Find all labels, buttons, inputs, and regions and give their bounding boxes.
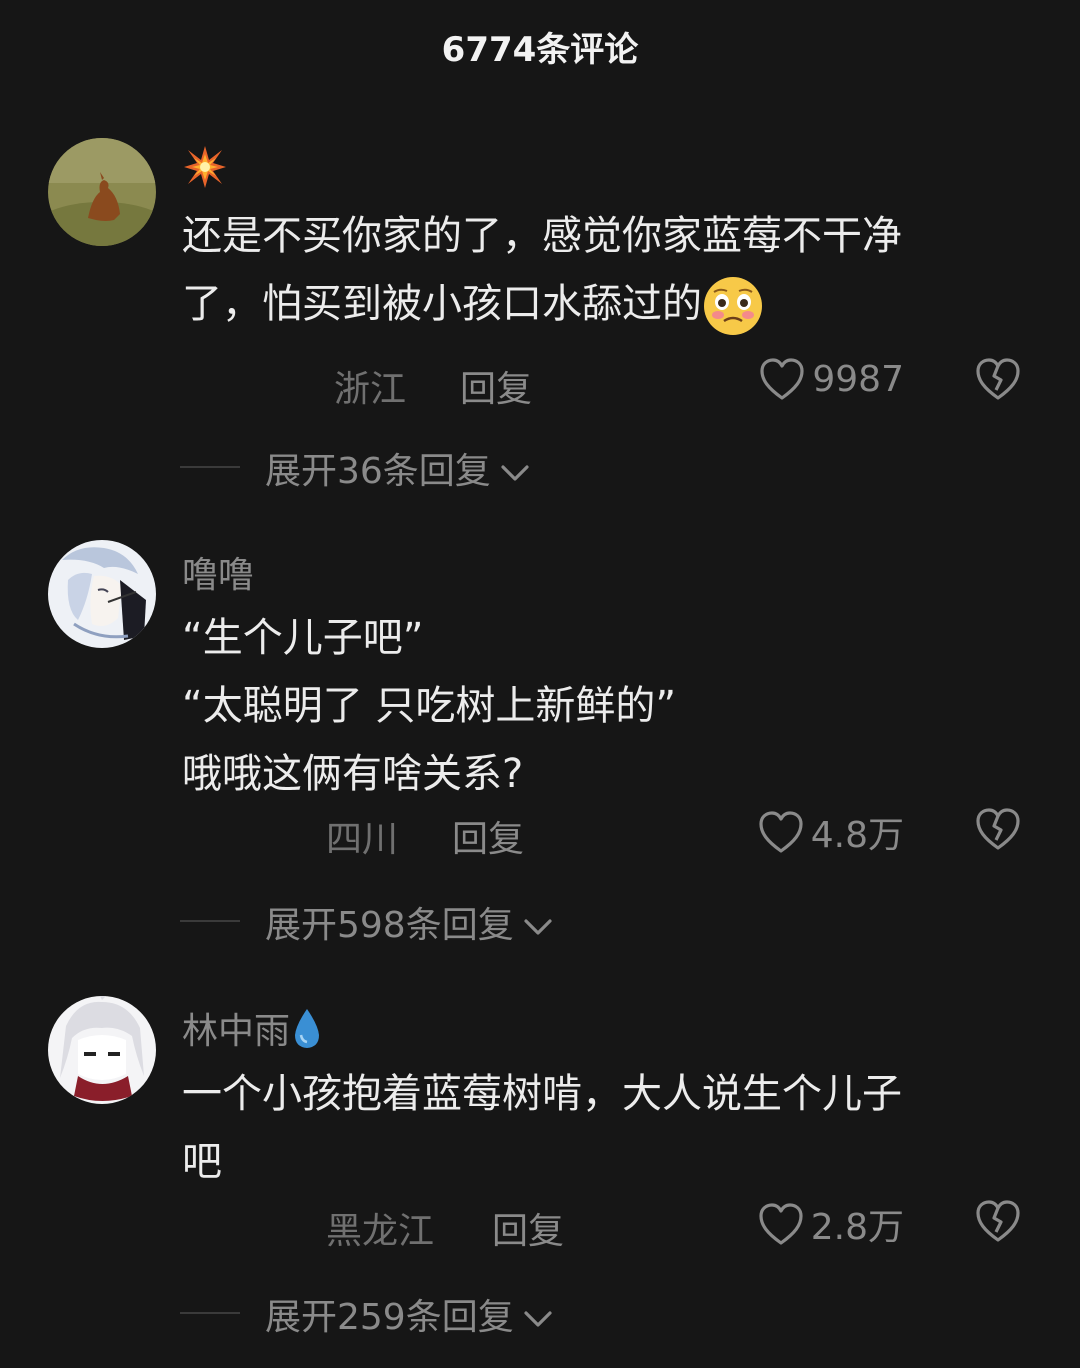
explosion-icon (182, 144, 228, 199)
comment-item: 还是不买你家的了，感觉你家蓝莓不干净 了，怕买到被小孩口水舔过的 浙江 回复 9… (0, 138, 1080, 498)
reply-button[interactable]: 回复 (452, 810, 524, 862)
water-drop-icon (290, 1007, 324, 1060)
reply-button[interactable]: 回复 (492, 1202, 564, 1254)
broken-heart-icon (976, 808, 1020, 850)
username[interactable]: 噜噜 (182, 546, 254, 598)
expand-replies-button[interactable]: 展开259条回复 (0, 1288, 1080, 1338)
comment-item: 噜噜 “生个儿子吧” “太聪明了 只吃树上新鲜的” 哦哦这俩有啥关系? 四川 回… (0, 540, 1080, 950)
avatar[interactable] (48, 540, 156, 648)
divider (180, 1312, 240, 1314)
comment-meta: 四川 回复 4.8万 (0, 808, 1080, 862)
dislike-button[interactable] (974, 356, 1022, 406)
divider (180, 920, 240, 922)
username[interactable] (182, 144, 228, 199)
dislike-button[interactable] (974, 1198, 1022, 1248)
heart-icon (759, 811, 803, 853)
comments-header: 6774条评论 (0, 0, 1080, 92)
username[interactable]: 林中雨 (182, 1002, 324, 1060)
heart-icon (760, 358, 804, 400)
like-count: 9987 (812, 358, 904, 400)
like-button[interactable]: 9987 (758, 356, 904, 402)
chevron-down-icon (522, 907, 554, 948)
broken-heart-icon (976, 358, 1020, 400)
location-label: 四川 (326, 819, 399, 860)
expand-replies-label: 展开36条回复 (265, 442, 531, 494)
heart-icon (759, 1203, 803, 1245)
pleading-face-emoji (702, 275, 764, 337)
divider (180, 466, 240, 468)
like-button[interactable]: 4.8万 (757, 806, 904, 858)
comment-text: “生个儿子吧” “太聪明了 只吃树上新鲜的” 哦哦这俩有啥关系? (182, 615, 677, 797)
comment-text: 一个小孩抱着蓝莓树啃，大人说生个儿子 吧 (182, 1071, 902, 1185)
expand-replies-label: 展开598条回复 (265, 896, 554, 948)
expand-replies-button[interactable]: 展开598条回复 (0, 896, 1080, 946)
avatar[interactable] (48, 138, 156, 246)
comment-count-title: 6774条评论 (441, 30, 639, 70)
avatar[interactable] (48, 996, 156, 1104)
reply-button[interactable]: 回复 (460, 360, 532, 412)
comment-item: 林中雨 一个小孩抱着蓝莓树啃，大人说生个儿子 吧 黑龙江 回复 2.8万 展开2… (0, 996, 1080, 1356)
chevron-down-icon (522, 1299, 554, 1340)
location-label: 黑龙江 (326, 1211, 435, 1252)
like-count: 2.8万 (810, 1207, 904, 1248)
expand-replies-button[interactable]: 展开36条回复 (0, 442, 1080, 492)
broken-heart-icon (976, 1200, 1020, 1242)
dislike-button[interactable] (974, 806, 1022, 856)
comment-meta: 黑龙江 回复 2.8万 (0, 1200, 1080, 1254)
location-label: 浙江 (334, 369, 407, 410)
comment-text: 还是不买你家的了，感觉你家蓝莓不干净 了，怕买到被小孩口水舔过的 (182, 202, 1012, 338)
chevron-down-icon (499, 453, 531, 494)
comment-meta: 浙江 回复 9987 (0, 358, 1080, 412)
expand-replies-label: 展开259条回复 (265, 1288, 554, 1340)
like-count: 4.8万 (810, 815, 904, 856)
like-button[interactable]: 2.8万 (757, 1198, 904, 1250)
